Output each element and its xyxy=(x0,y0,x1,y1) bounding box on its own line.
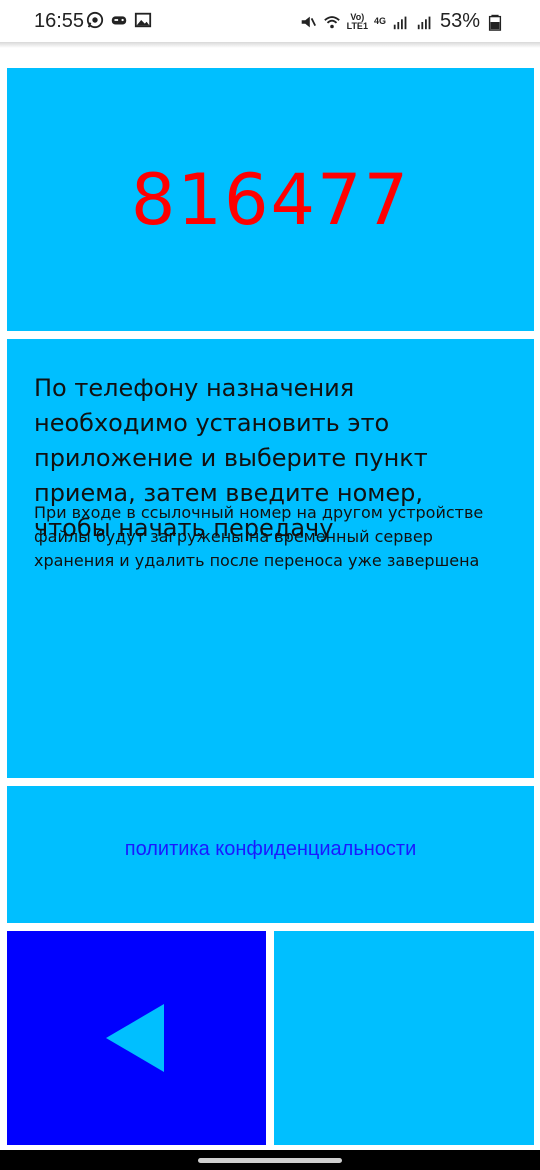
back-button[interactable] xyxy=(7,931,266,1145)
whatsapp-icon xyxy=(86,11,104,29)
app-screen: 16:55 Vo) LTE1 4G 53% 816477 По телефону… xyxy=(0,0,540,1170)
game-controller-icon xyxy=(111,16,127,25)
notification-icons xyxy=(86,11,152,29)
wifi-icon xyxy=(323,15,340,28)
code-panel: 816477 xyxy=(7,68,534,331)
battery-percent: 53% xyxy=(439,10,480,32)
mute-icon xyxy=(301,16,316,27)
instructions-sub-text: При входе в ссылочный номер на другом ус… xyxy=(34,503,484,570)
network-type-indicator: 4G xyxy=(373,16,386,26)
privacy-policy-panel: политика конфиденциальности xyxy=(7,786,534,923)
home-gesture-handle[interactable] xyxy=(198,1158,342,1163)
status-time: 16:55 xyxy=(34,10,85,32)
signal-strength-icon xyxy=(393,16,407,29)
battery-icon xyxy=(488,14,502,31)
right-action-panel[interactable] xyxy=(274,931,534,1145)
app-bar-shadow xyxy=(0,42,540,48)
volte-indicator: Vo) LTE1 xyxy=(346,11,368,31)
system-navigation-bar xyxy=(0,1150,540,1170)
system-icons: Vo) LTE1 4G 53% xyxy=(299,10,504,33)
triangle-left-icon xyxy=(106,1004,164,1072)
gallery-icon xyxy=(134,12,152,28)
privacy-policy-link[interactable]: политика конфиденциальности xyxy=(7,838,534,861)
instructions-panel: По телефону назначения необходимо устано… xyxy=(7,339,534,778)
transfer-code: 816477 xyxy=(130,158,411,241)
signal-strength-icon-2 xyxy=(417,16,431,29)
status-bar: 16:55 Vo) LTE1 4G 53% xyxy=(0,0,540,42)
